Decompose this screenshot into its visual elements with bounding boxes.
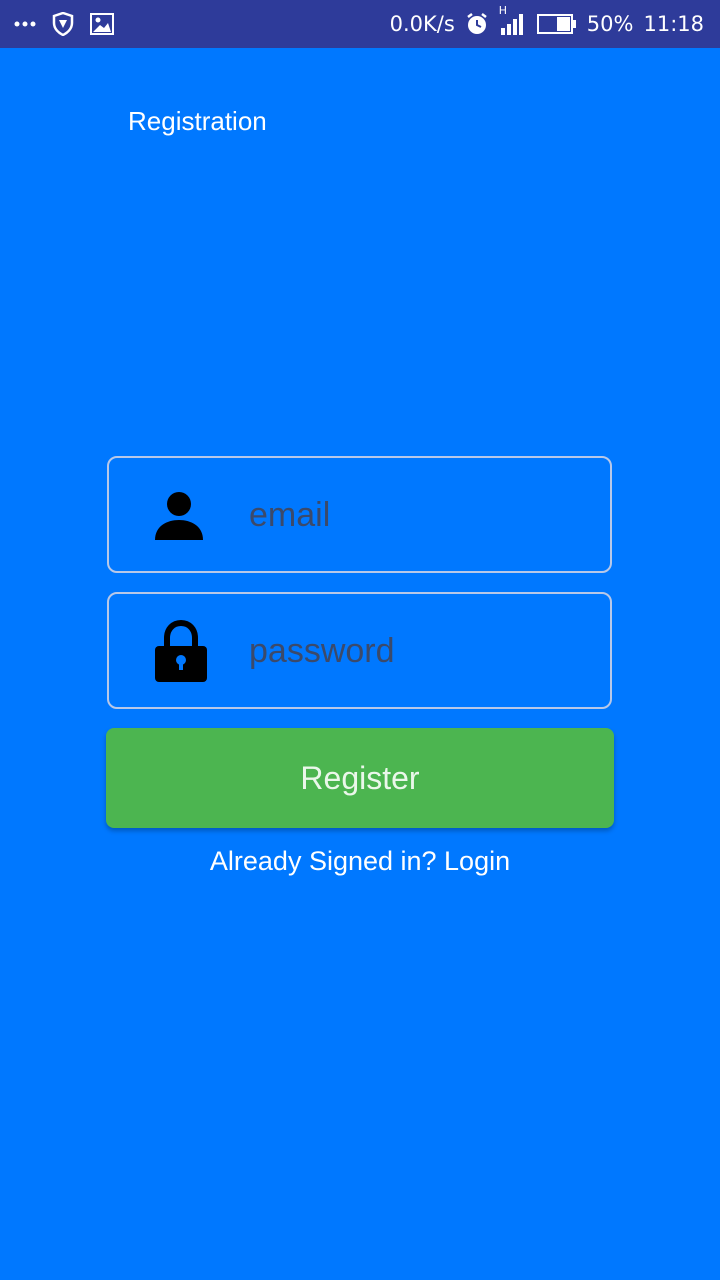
signal-icon: H bbox=[499, 4, 527, 36]
alarm-icon bbox=[465, 12, 489, 36]
password-field-container[interactable] bbox=[107, 592, 612, 709]
password-input[interactable] bbox=[249, 619, 589, 683]
lock-icon bbox=[153, 619, 209, 686]
person-icon bbox=[153, 490, 209, 546]
clock: 11:18 bbox=[643, 12, 704, 36]
email-field-container[interactable] bbox=[107, 456, 612, 573]
registration-screen: 0.0K/s H 50% 11:18 Registration email Re… bbox=[0, 0, 720, 1280]
battery-percent: 50% bbox=[586, 12, 634, 36]
network-type: H bbox=[498, 4, 508, 17]
more-icon bbox=[14, 20, 36, 28]
battery-icon bbox=[536, 14, 577, 34]
email-input[interactable] bbox=[249, 483, 589, 547]
login-link[interactable]: Already Signed in? Login bbox=[0, 846, 720, 877]
vpn-shield-icon bbox=[52, 12, 74, 36]
register-button[interactable]: Register bbox=[106, 728, 614, 828]
page-title: Registration bbox=[128, 106, 267, 136]
image-icon bbox=[90, 13, 114, 35]
status-bar: 0.0K/s H 50% 11:18 bbox=[0, 0, 720, 48]
network-speed: 0.0K/s bbox=[389, 12, 455, 36]
